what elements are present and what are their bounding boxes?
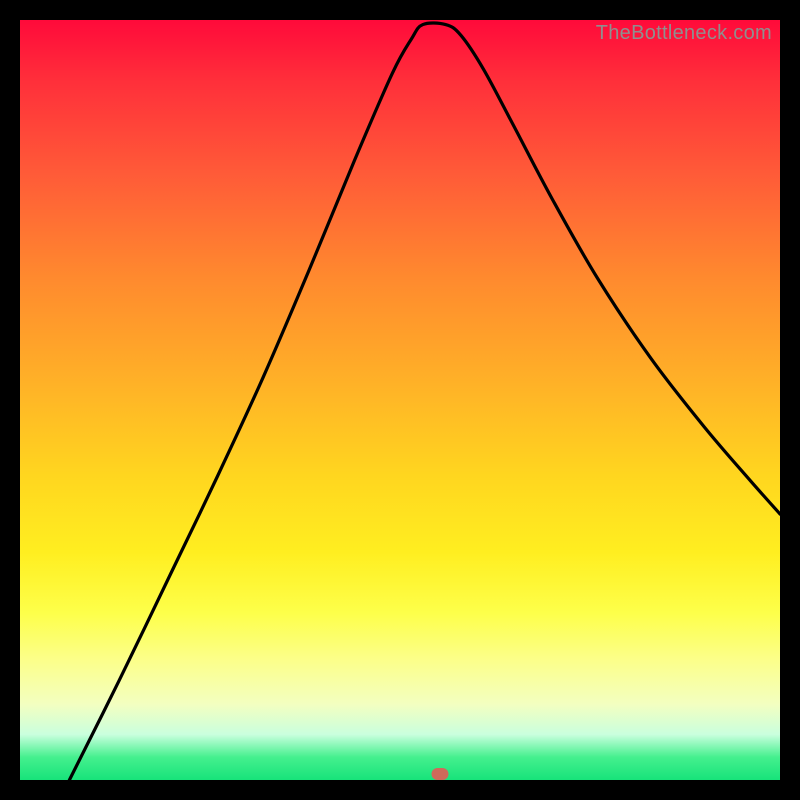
chart-plot-area: TheBottleneck.com: [20, 20, 780, 780]
minimum-marker: [432, 768, 449, 780]
bottleneck-curve: [20, 20, 780, 780]
watermark-label: TheBottleneck.com: [596, 22, 772, 45]
chart-frame: TheBottleneck.com: [0, 0, 800, 800]
